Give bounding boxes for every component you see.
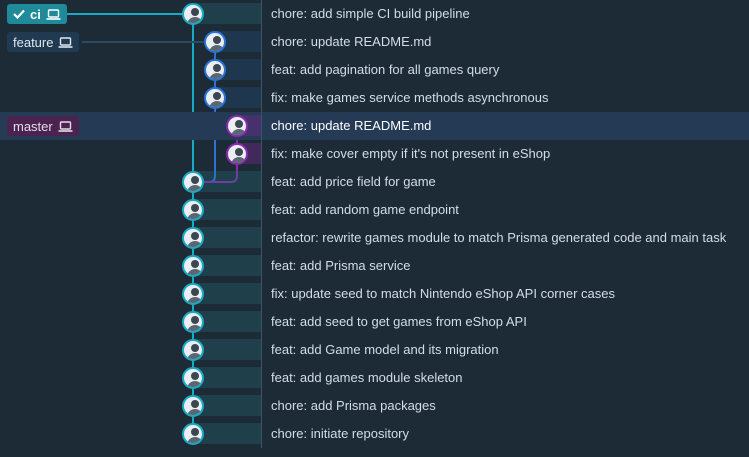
commit-row[interactable]: feat: add Game model and its migration — [0, 336, 749, 364]
commit-message: feat: add price field for game — [261, 168, 436, 196]
commit-row[interactable]: feat: add pagination for all games query — [0, 56, 749, 84]
commit-message: feat: add Prisma service — [261, 252, 410, 280]
commit-row[interactable]: feat: add Prisma service — [0, 252, 749, 280]
author-avatar[interactable] — [182, 311, 204, 333]
branch-label-feature[interactable]: feature — [7, 32, 80, 52]
commit-row[interactable]: chore: update README.md — [0, 28, 749, 56]
branch-label-master[interactable]: master — [7, 116, 79, 136]
author-avatar[interactable] — [182, 395, 204, 417]
author-avatar[interactable] — [182, 283, 204, 305]
commit-message: chore: update README.md — [261, 112, 431, 140]
commit-message: fix: make cover empty if it's not presen… — [261, 140, 550, 168]
commit-message: chore: add Prisma packages — [261, 392, 436, 420]
author-avatar[interactable] — [226, 143, 248, 165]
commit-row[interactable]: refactor: rewrite games module to match … — [0, 224, 749, 252]
commit-message: feat: add pagination for all games query — [261, 56, 499, 84]
commit-message: feat: add seed to get games from eShop A… — [261, 308, 527, 336]
branch-name: ci — [30, 6, 41, 22]
commit-row[interactable]: fix: make cover empty if it's not presen… — [0, 140, 749, 168]
author-avatar[interactable] — [204, 59, 226, 81]
commit-message: chore: add simple CI build pipeline — [261, 0, 470, 28]
laptop-icon — [58, 120, 73, 132]
author-avatar[interactable] — [182, 255, 204, 277]
author-avatar[interactable] — [226, 115, 248, 137]
author-avatar[interactable] — [182, 339, 204, 361]
author-avatar[interactable] — [204, 31, 226, 53]
commit-row[interactable]: chore: add Prisma packages — [0, 392, 749, 420]
check-icon — [13, 9, 25, 19]
commit-message: feat: add Game model and its migration — [261, 336, 499, 364]
commit-row[interactable]: feat: add random game endpoint — [0, 196, 749, 224]
author-avatar[interactable] — [182, 171, 204, 193]
commit-message: fix: update seed to match Nintendo eShop… — [261, 280, 615, 308]
commit-row[interactable]: fix: update seed to match Nintendo eShop… — [0, 280, 749, 308]
commit-message: feat: add random game endpoint — [261, 196, 459, 224]
commit-message: refactor: rewrite games module to match … — [261, 224, 726, 252]
commit-row[interactable]: feat: add seed to get games from eShop A… — [0, 308, 749, 336]
author-avatar[interactable] — [182, 423, 204, 445]
author-avatar[interactable] — [182, 3, 204, 25]
commit-row[interactable]: chore: add simple CI build pipeline — [0, 0, 749, 28]
branch-label-ci[interactable]: ci — [7, 4, 67, 24]
commit-message: feat: add games module skeleton — [261, 364, 463, 392]
author-avatar[interactable] — [182, 199, 204, 221]
author-avatar[interactable] — [182, 227, 204, 249]
branch-name: feature — [13, 34, 54, 50]
laptop-icon — [58, 36, 73, 48]
commit-row[interactable]: feat: add price field for game — [0, 168, 749, 196]
commit-row[interactable]: feat: add games module skeleton — [0, 364, 749, 392]
commit-message: chore: initiate repository — [261, 420, 409, 448]
commit-message: fix: make games service methods asynchro… — [261, 84, 548, 112]
commit-row[interactable]: chore: initiate repository — [0, 420, 749, 448]
author-avatar[interactable] — [182, 367, 204, 389]
commit-message: chore: update README.md — [261, 28, 431, 56]
commit-row[interactable]: chore: update README.md — [0, 112, 749, 140]
commit-row[interactable]: fix: make games service methods asynchro… — [0, 84, 749, 112]
laptop-icon — [46, 8, 61, 20]
author-avatar[interactable] — [204, 87, 226, 109]
branch-name: master — [13, 118, 53, 134]
